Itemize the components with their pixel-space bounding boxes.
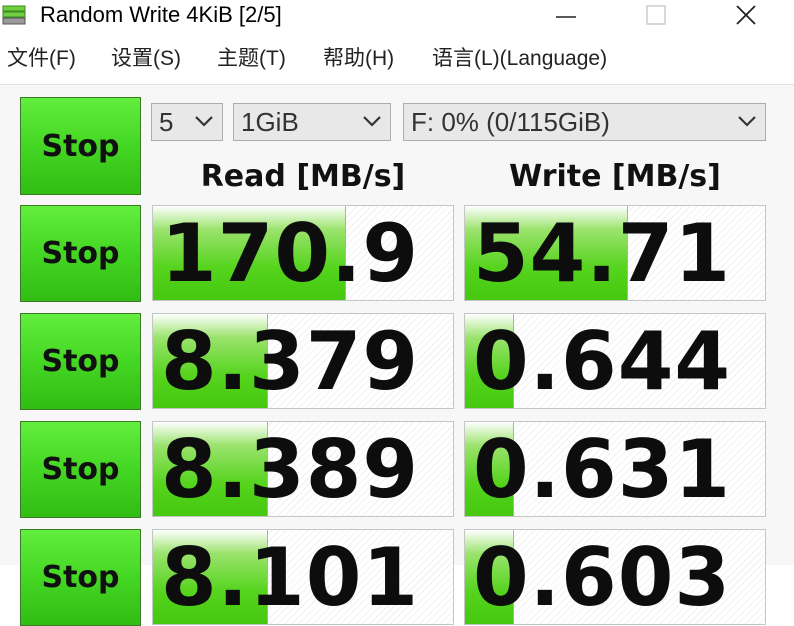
test-size-select[interactable]: 1GiB: [233, 103, 391, 141]
close-button[interactable]: [720, 0, 772, 30]
maximize-button[interactable]: [630, 0, 682, 30]
write-result-cell: 0.631: [464, 421, 766, 517]
chevron-down-icon: [738, 116, 756, 127]
read-result-cell: 8.101: [152, 529, 454, 625]
chevron-down-icon: [363, 116, 381, 127]
menu-settings[interactable]: 设置(S): [111, 42, 181, 76]
menu-bar: 文件(F) 设置(S) 主题(T) 帮助(H) 语言(L)(Language): [0, 42, 794, 76]
write-result-cell: 0.603: [464, 529, 766, 625]
menu-theme[interactable]: 主题(T): [217, 42, 286, 76]
test-size-value: 1GiB: [241, 106, 299, 137]
write-value: 0.631: [473, 423, 732, 516]
all-stop-button[interactable]: Stop: [20, 97, 141, 195]
write-value: 0.644: [473, 315, 732, 408]
menu-file[interactable]: 文件(F): [7, 42, 76, 76]
read-result-cell: 170.9: [152, 205, 454, 301]
chevron-down-icon: [195, 116, 213, 127]
read-result-cell: 8.379: [152, 313, 454, 409]
read-value: 8.101: [161, 531, 420, 624]
test-count-value: 5: [159, 106, 174, 137]
row-stop-button[interactable]: Stop: [20, 313, 141, 410]
title-bar[interactable]: Random Write 4KiB [2/5]: [0, 0, 794, 30]
read-value: 8.379: [161, 315, 420, 408]
drive-select[interactable]: F: 0% (0/115GiB): [403, 103, 766, 141]
row-stop-button[interactable]: Stop: [20, 421, 141, 518]
read-column-header: Read [MB/s]: [200, 159, 406, 194]
minimize-icon: [556, 16, 576, 18]
read-value: 8.389: [161, 423, 420, 516]
read-result-cell: 8.389: [152, 421, 454, 517]
write-value: 0.603: [473, 531, 732, 624]
app-icon: [2, 5, 26, 25]
row-stop-button[interactable]: Stop: [20, 205, 141, 302]
menu-language[interactable]: 语言(L)(Language): [432, 42, 607, 76]
close-icon: [736, 5, 756, 25]
read-value: 170.9: [161, 207, 420, 300]
write-result-cell: 54.71: [464, 205, 766, 301]
menu-help[interactable]: 帮助(H): [323, 42, 394, 76]
test-count-select[interactable]: 5: [151, 103, 223, 141]
write-value: 54.71: [473, 207, 732, 300]
window-title: Random Write 4KiB [2/5]: [40, 2, 282, 27]
maximize-icon: [646, 5, 666, 25]
minimize-button[interactable]: [540, 0, 592, 30]
write-result-cell: 0.644: [464, 313, 766, 409]
drive-value: F: 0% (0/115GiB): [411, 106, 610, 137]
benchmark-panel: Stop 5 1GiB F: 0% (0/115GiB) Read [MB/s]…: [0, 84, 794, 626]
row-stop-button[interactable]: Stop: [20, 529, 141, 626]
write-column-header: Write [MB/s]: [509, 159, 721, 194]
